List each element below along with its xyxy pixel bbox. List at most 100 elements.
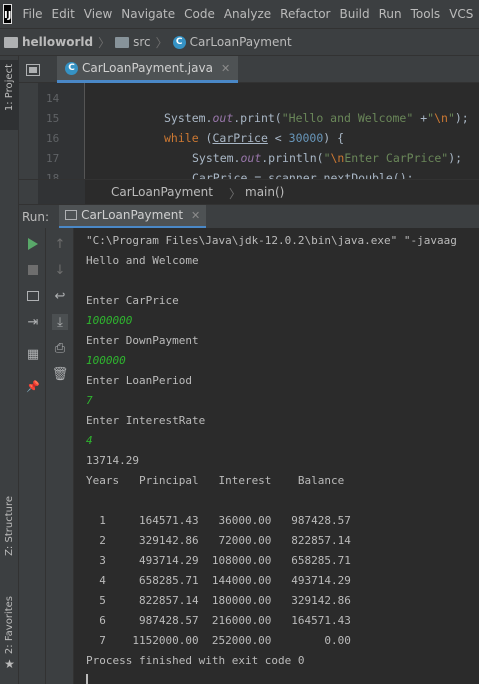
- scroll-to-end-icon: ⤓: [57, 314, 63, 330]
- console-user-input: 100000: [86, 354, 126, 367]
- line-number: 15: [46, 112, 60, 125]
- console-table-row: 3 493714.29 108000.00 658285.71: [86, 554, 351, 567]
- arrow-up-icon: ↑: [54, 236, 66, 252]
- structure-tool-tab[interactable]: Z: Structure: [0, 496, 19, 576]
- menu-edit[interactable]: Edit: [52, 7, 75, 21]
- rerun-button[interactable]: [25, 236, 41, 252]
- layout-button[interactable]: ▦: [25, 346, 41, 362]
- code-line-18: CarPrice = scanner.nextDouble();: [192, 171, 414, 179]
- code-editor[interactable]: 14 15 16 17 18 System.out.print("Hello a…: [19, 83, 479, 179]
- breadcrumb-separator-icon: 〉: [155, 35, 168, 50]
- source-folder-icon: [115, 36, 130, 48]
- close-icon[interactable]: ✕: [191, 209, 200, 222]
- project-folder-icon: [4, 36, 18, 48]
- menu-analyze[interactable]: Analyze: [224, 7, 271, 21]
- stop-icon: [28, 265, 38, 275]
- breadcrumb-separator-icon: 〉: [229, 187, 242, 201]
- menu-navigate[interactable]: Navigate: [121, 7, 175, 21]
- intellij-logo-icon: IJ: [3, 4, 13, 24]
- menu-tools[interactable]: Tools: [411, 7, 441, 21]
- breadcrumb-class[interactable]: C CarLoanPayment: [172, 35, 292, 49]
- print-icon: ⎙: [54, 340, 66, 356]
- exit-button[interactable]: ⇥: [25, 314, 41, 330]
- console-user-input: 1000000: [86, 314, 133, 327]
- menu-bar: IJ File Edit View Navigate Code Analyze …: [0, 0, 479, 28]
- menu-build[interactable]: Build: [339, 7, 369, 21]
- dump-threads-button[interactable]: [25, 288, 41, 304]
- console-line: Enter DownPayment: [86, 334, 199, 347]
- line-number: 18: [46, 172, 60, 179]
- class-icon: C: [172, 35, 186, 49]
- star-icon: ★: [4, 657, 15, 672]
- structure-tool-tab-label: Z: Structure: [4, 496, 15, 556]
- console-line: Enter CarPrice: [86, 294, 179, 307]
- project-tool-tab[interactable]: 1: Project: [0, 60, 19, 130]
- editor-breadcrumb-class[interactable]: CarLoanPayment: [111, 185, 213, 199]
- stop-button[interactable]: [25, 262, 41, 278]
- menu-vcs[interactable]: VCS: [449, 7, 473, 21]
- editor-breadcrumb-method[interactable]: main(): [245, 185, 284, 199]
- console-exit-message: Process finished with exit code 0: [86, 654, 305, 667]
- camera-icon: [27, 291, 39, 301]
- clear-all-button[interactable]: 🗑: [51, 366, 69, 382]
- console-line: 13714.29: [86, 454, 139, 467]
- console-table-row: 5 822857.14 180000.00 329142.86: [86, 594, 351, 607]
- soft-wrap-icon: ↩: [54, 288, 66, 304]
- project-tool-tab-label: 1: Project: [4, 64, 15, 112]
- editor-tab-label: CarLoanPayment.java: [82, 61, 213, 75]
- console-user-input: 4: [86, 434, 93, 447]
- exit-icon: ⇥: [27, 314, 39, 330]
- text-cursor: [86, 674, 88, 684]
- menu-refactor[interactable]: Refactor: [280, 7, 330, 21]
- project-view-button[interactable]: [19, 56, 46, 83]
- pin-tab-button[interactable]: 📌: [25, 378, 41, 394]
- up-stack-button[interactable]: ↑: [52, 236, 68, 252]
- console-table-row: 6 987428.57 216000.00 164571.43: [86, 614, 351, 627]
- trash-icon: 🗑: [51, 366, 69, 382]
- line-number: 17: [46, 152, 60, 165]
- editor-tab-bar: C CarLoanPayment.java ✕: [19, 56, 479, 83]
- breadcrumb-project[interactable]: helloworld: [4, 35, 93, 49]
- console-table-row: 1 164571.43 36000.00 987428.57: [86, 514, 351, 527]
- close-icon[interactable]: ✕: [221, 62, 230, 75]
- breadcrumb-folder[interactable]: src: [115, 35, 151, 49]
- editor-tab-carloanpayment[interactable]: C CarLoanPayment.java ✕: [57, 56, 239, 83]
- breadcrumb-class-label: CarLoanPayment: [189, 35, 292, 49]
- console-line: Enter InterestRate: [86, 414, 206, 427]
- layout-icon: ▦: [26, 346, 40, 362]
- pin-icon: 📌: [26, 379, 40, 393]
- class-icon: C: [65, 61, 78, 75]
- print-button[interactable]: ⎙: [52, 340, 68, 356]
- console-command-line: "C:\Program Files\Java\jdk-12.0.2\bin\ja…: [86, 234, 457, 247]
- line-number-gutter: 14 15 16 17 18: [38, 83, 85, 179]
- run-tab-carloanpayment[interactable]: CarLoanPayment ✕: [59, 204, 207, 229]
- editor-left-strip: [19, 83, 38, 179]
- arrow-down-icon: ↓: [54, 262, 66, 278]
- soft-wrap-button[interactable]: ↩: [52, 288, 68, 304]
- left-tool-stripe: 1: Project Z: Structure 2: Favorites ★: [0, 56, 19, 684]
- run-toolbar-primary: ⇥ ▦ 📌: [19, 228, 46, 684]
- console-table-row: 7 1152000.00 252000.00 0.00: [86, 634, 351, 647]
- scroll-to-end-button[interactable]: ⤓: [52, 314, 68, 330]
- console-user-input: 7: [86, 394, 93, 407]
- breadcrumb-folder-label: src: [133, 35, 151, 49]
- play-icon: [28, 238, 38, 250]
- line-number: 14: [46, 92, 60, 105]
- down-stack-button[interactable]: ↓: [52, 262, 68, 278]
- breadcrumb-project-label: helloworld: [22, 35, 94, 49]
- editor-breadcrumb-gutter: [38, 180, 85, 205]
- run-panel-label: Run:: [22, 209, 50, 224]
- menu-file[interactable]: File: [22, 7, 42, 21]
- menu-run[interactable]: Run: [379, 7, 402, 21]
- editor-breadcrumb-bar: CarLoanPayment 〉 main(): [19, 179, 479, 205]
- console-output[interactable]: "C:\Program Files\Java\jdk-12.0.2\bin\ja…: [74, 228, 479, 684]
- code-line-15: System.out.print("Hello and Welcome" +"\…: [164, 111, 469, 125]
- code-line-17: System.out.println("\nEnter CarPrice");: [192, 151, 463, 165]
- menu-code[interactable]: Code: [184, 7, 215, 21]
- favorites-tool-tab[interactable]: 2: Favorites ★: [0, 596, 19, 681]
- run-toolbar-secondary: ↑ ↓ ↩ ⤓ ⎙ 🗑: [46, 228, 74, 684]
- console-table-row: 4 658285.71 144000.00 493714.29: [86, 574, 351, 587]
- menu-view[interactable]: View: [84, 7, 112, 21]
- console-table-row: 2 329142.86 72000.00 822857.14: [86, 534, 351, 547]
- project-view-icon: [25, 63, 40, 76]
